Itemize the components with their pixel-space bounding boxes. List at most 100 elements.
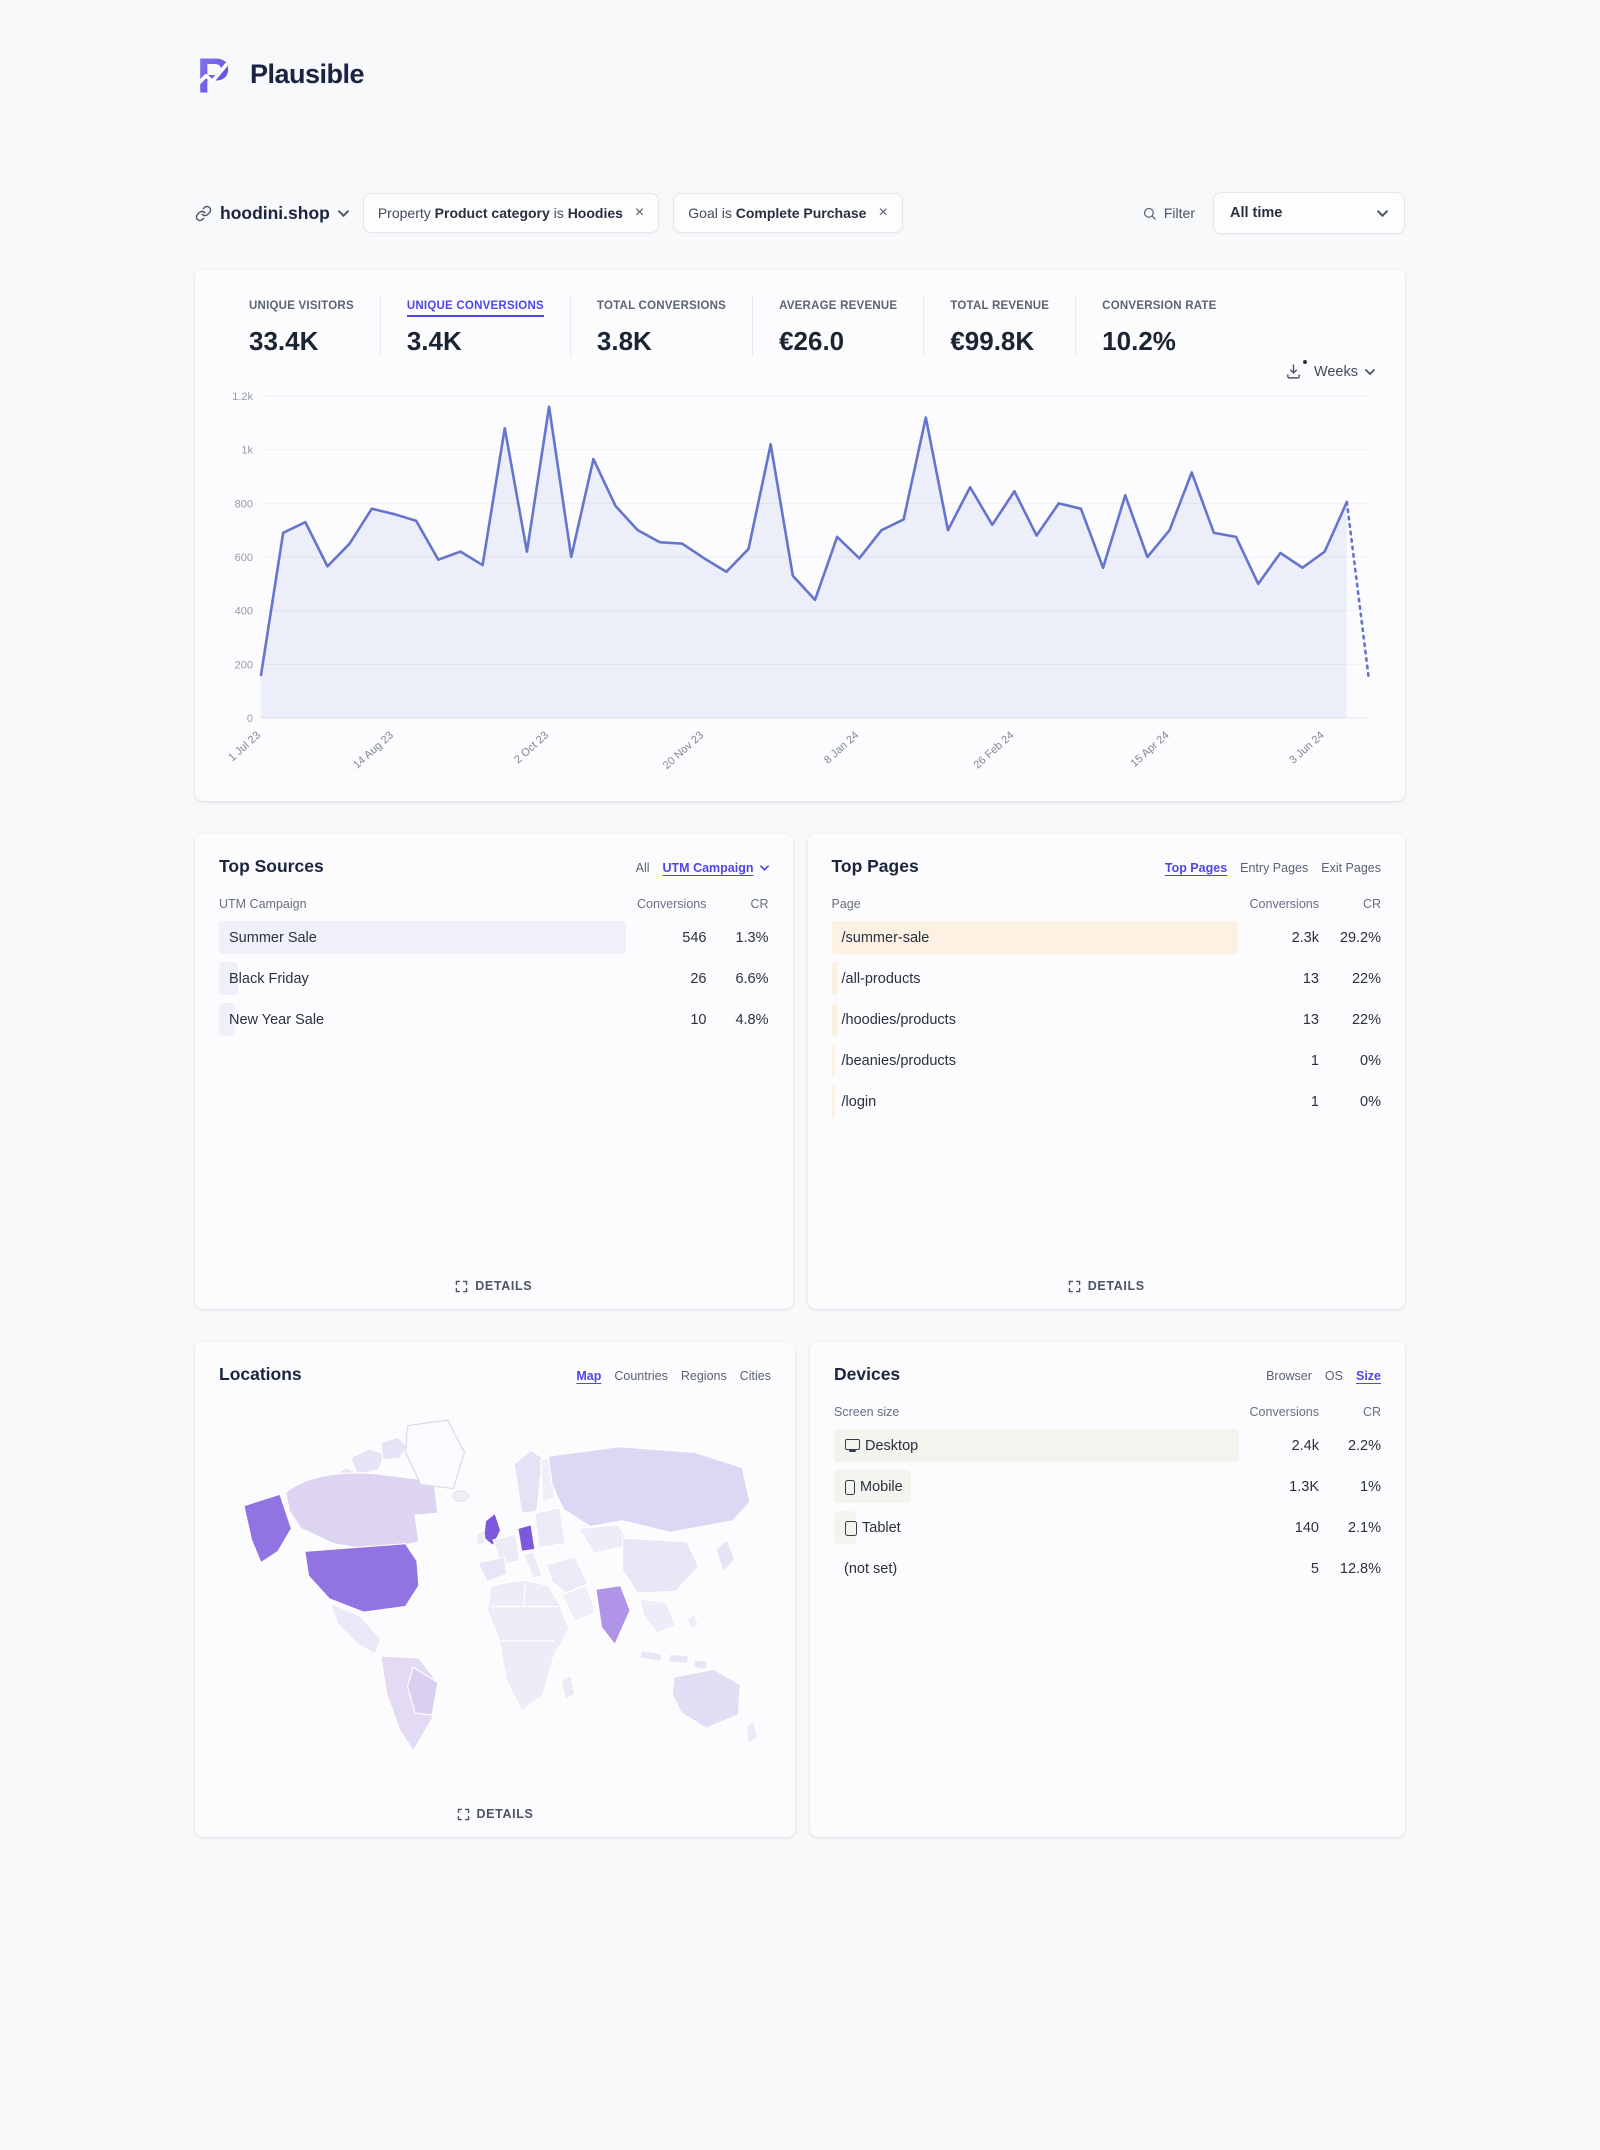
chevron-down-icon [1365,369,1375,375]
details-button[interactable]: DETAILS [195,1279,793,1293]
table-row[interactable]: Black Friday 26 6.6% [219,962,769,995]
stat-label: AVERAGE REVENUE [779,300,897,317]
svg-text:2 Oct 23: 2 Oct 23 [512,729,551,766]
table-row[interactable]: New Year Sale 10 4.8% [219,1003,769,1036]
table-row[interactable]: /summer-sale 2.3k 29.2% [832,921,1382,954]
interval-select[interactable]: Weeks [1314,364,1375,380]
panel-title: Locations [219,1364,302,1385]
svg-text:200: 200 [235,659,253,671]
table-row[interactable]: Desktop 2.4k 2.2% [834,1429,1381,1462]
stat-metric[interactable]: TOTAL CONVERSIONS 3.8K [570,296,752,357]
tab[interactable]: Map [576,1369,601,1383]
date-range-select[interactable]: All time [1213,192,1405,234]
row-label: /hoodies/products [832,1012,956,1028]
pages-table: /summer-sale 2.3k 29.2% /all-products 13… [832,921,1382,1118]
tab[interactable]: OS [1325,1369,1343,1383]
table-row[interactable]: Summer Sale 546 1.3% [219,921,769,954]
stat-metric[interactable]: UNIQUE VISITORS 33.4K [223,296,380,357]
stat-label: TOTAL REVENUE [950,300,1049,317]
table-row[interactable]: Tablet 140 2.1% [834,1511,1381,1544]
download-button[interactable] [1285,363,1302,380]
tab[interactable]: Regions [681,1369,727,1383]
stat-value: 3.4K [407,326,544,357]
utm-campaign-select[interactable]: UTM Campaign [663,861,769,875]
chevron-down-icon [760,865,769,871]
row-cr: 0% [1319,1053,1381,1069]
desktop-icon [844,1439,860,1452]
row-label: Desktop [834,1438,918,1454]
svg-text:26 Feb 24: 26 Feb 24 [972,729,1017,771]
tab[interactable]: Exit Pages [1321,861,1381,875]
row-conversions: 1 [1211,1094,1319,1110]
tab[interactable]: Top Pages [1165,861,1227,875]
table-row[interactable]: /all-products 13 22% [832,962,1382,995]
stat-value: 33.4K [249,326,354,357]
table-row[interactable]: /hoodies/products 13 22% [832,1003,1382,1036]
stat-metric[interactable]: TOTAL REVENUE €99.8K [923,296,1075,357]
tab[interactable]: Cities [740,1369,771,1383]
search-icon [1142,206,1157,221]
stat-value: €26.0 [779,326,897,357]
svg-text:1.2k: 1.2k [232,391,253,403]
tab[interactable]: Size [1356,1369,1381,1383]
svg-text:400: 400 [235,606,253,618]
download-icon [1285,363,1302,380]
svg-text:800: 800 [235,498,253,510]
row-conversions: 5 [1211,1561,1319,1577]
row-conversions: 1.3K [1211,1479,1319,1495]
row-cr: 1.3% [707,930,769,946]
filter-button[interactable]: Filter [1142,205,1195,221]
remove-filter-icon[interactable]: × [635,205,644,221]
row-cr: 12.8% [1319,1561,1381,1577]
panel-title: Top Sources [219,856,324,877]
row-label: Black Friday [219,971,309,987]
tab[interactable]: Entry Pages [1240,861,1308,875]
row-cr: 22% [1319,1012,1381,1028]
tab[interactable]: Browser [1266,1369,1312,1383]
svg-text:600: 600 [235,552,253,564]
filter-pill[interactable]: Property Product category is Hoodies× [363,193,659,233]
svg-text:1 Jul 23: 1 Jul 23 [226,729,263,764]
stat-metric[interactable]: CONVERSION RATE 10.2% [1075,296,1242,357]
row-cr: 2.2% [1319,1438,1381,1454]
row-cr: 2.1% [1319,1520,1381,1536]
mobile-icon [844,1480,855,1494]
stat-label: CONVERSION RATE [1102,300,1216,317]
stat-label: UNIQUE VISITORS [249,300,354,317]
tab[interactable]: Countries [614,1369,668,1383]
stat-metric[interactable]: UNIQUE CONVERSIONS 3.4K [380,296,570,357]
table-row[interactable]: /beanies/products 1 0% [832,1044,1382,1077]
devices-panel: Devices Browser OS Size Screen size Conv… [810,1342,1405,1837]
table-row[interactable]: /login 1 0% [832,1085,1382,1118]
details-button[interactable]: DETAILS [195,1807,795,1821]
panel-title: Devices [834,1364,900,1385]
row-conversions: 1 [1211,1053,1319,1069]
row-cr: 22% [1319,971,1381,987]
world-map[interactable] [219,1401,771,1753]
row-conversions: 140 [1211,1520,1319,1536]
top-sources-panel: Top Sources All UTM Campaign UTM Campaig… [195,834,793,1309]
row-cr: 0% [1319,1094,1381,1110]
table-row[interactable]: (not set) 5 12.8% [834,1552,1381,1585]
stat-label: TOTAL CONVERSIONS [597,300,726,317]
row-conversions: 2.4k [1211,1438,1319,1454]
site-selector[interactable]: hoodini.shop [195,203,349,224]
expand-icon [1068,1280,1081,1293]
row-label: Tablet [834,1520,901,1536]
remove-filter-icon[interactable]: × [878,205,887,221]
conversions-line-chart[interactable]: 1.2k1k80060040020001 Jul 2314 Aug 232 Oc… [223,380,1377,788]
table-row[interactable]: Mobile 1.3K 1% [834,1470,1381,1503]
svg-text:20 Nov 23: 20 Nov 23 [661,729,706,771]
tab-all[interactable]: All [636,861,650,875]
site-name: hoodini.shop [220,203,330,224]
row-conversions: 26 [599,971,707,987]
row-label: /summer-sale [832,930,930,946]
date-range-value: All time [1230,205,1282,221]
stat-metric[interactable]: AVERAGE REVENUE €26.0 [752,296,923,357]
interval-value: Weeks [1314,364,1358,380]
filter-pill[interactable]: Goal is Complete Purchase× [673,193,903,233]
row-label: Summer Sale [219,930,317,946]
details-button[interactable]: DETAILS [808,1279,1406,1293]
dashboard: P P Plausible hoodini.shop Property Prod… [195,0,1405,1837]
row-label: /login [832,1094,877,1110]
